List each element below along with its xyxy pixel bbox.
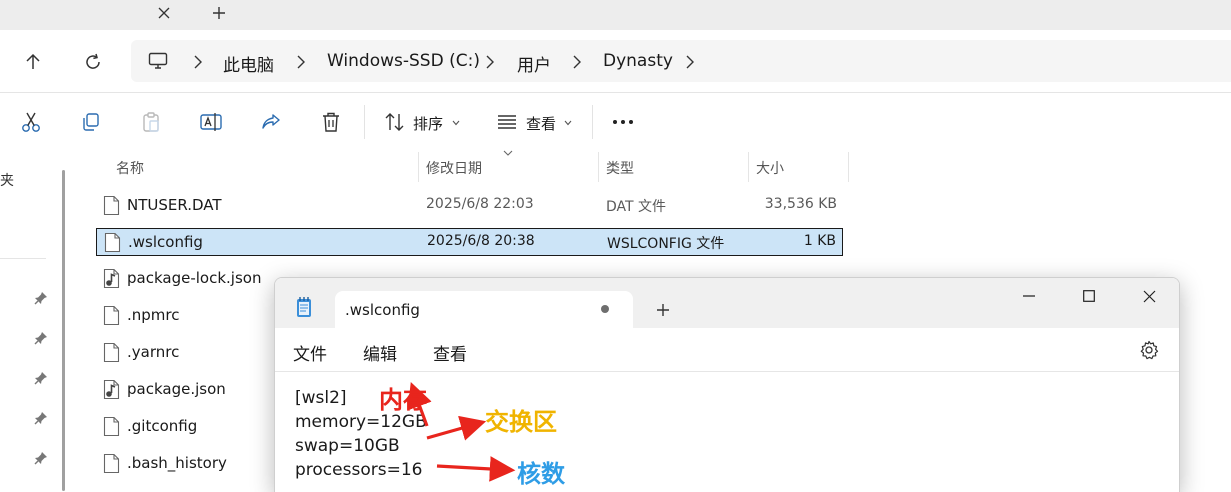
pin-icon[interactable] [34,291,48,305]
column-header-type[interactable]: 类型 [606,158,634,178]
file-name: .yarnrc [127,343,180,361]
file-size: 1 KB [803,233,836,249]
address-bar[interactable]: 此电脑 Windows-SSD (C:) 用户 Dynasty [131,40,1231,82]
column-divider[interactable] [748,152,749,182]
chevron-right-icon [573,55,581,69]
pin-icon[interactable] [34,331,48,345]
refresh-button[interactable] [77,46,109,78]
clipboard-icon [143,112,159,132]
view-icon-wrap[interactable] [492,107,522,137]
annotation-swap: 交换区 [485,408,557,436]
copy-button[interactable] [76,107,106,137]
file-name: NTUSER.DAT [127,196,222,214]
address-row: 此电脑 Windows-SSD (C:) 用户 Dynasty [0,30,1231,92]
arrow-processors [436,456,516,482]
refresh-icon [86,53,100,69]
share-button[interactable] [256,107,286,137]
column-divider[interactable] [598,152,599,182]
file-name: package.json [127,380,226,398]
view-button[interactable]: 查看 [526,113,556,134]
rename-button[interactable] [196,107,226,137]
file-icon [103,416,120,437]
column-divider[interactable] [848,152,849,182]
json-file-icon [103,379,120,400]
tab-close-button[interactable] [152,0,176,26]
nav-divider [0,258,46,259]
file-name: package-lock.json [127,269,262,287]
column-header-size[interactable]: 大小 [756,158,784,178]
chevron-right-icon [297,55,305,69]
navigation-pane: 夹 [0,150,74,491]
new-tab-button[interactable] [206,0,232,26]
more-options-button[interactable] [608,107,638,137]
explorer-tab-strip [0,0,1231,30]
file-icon [103,342,120,363]
scissors-icon [22,112,40,132]
file-name: .npmrc [127,306,180,324]
breadcrumb-this-pc[interactable]: 此电脑 [223,51,274,76]
more-icon [613,120,633,124]
sort-icon [385,113,404,131]
arrow-up-icon [26,53,40,69]
file-icon [103,195,120,216]
file-modified-date: 2025/6/8 20:38 [427,233,535,249]
chevron-down-icon [452,120,460,126]
column-header-name[interactable]: 名称 [116,158,144,178]
file-name: .gitconfig [127,417,198,435]
computer-icon [148,52,168,69]
share-icon [262,114,280,129]
file-icon [103,305,120,326]
plus-icon [213,7,225,19]
arrow-swap [426,415,487,441]
up-button[interactable] [17,46,49,78]
paste-button[interactable] [136,107,166,137]
rename-icon [200,113,222,131]
chevron-right-icon [194,55,202,69]
command-divider [592,105,593,139]
command-bar: 排序 查看 [0,92,1231,150]
file-type: DAT 文件 [606,199,667,215]
annotation-memory: 内存 [379,386,427,414]
trash-icon [323,112,339,132]
breadcrumb-drive-c[interactable]: Windows-SSD (C:) [327,51,480,71]
column-divider[interactable] [418,152,419,182]
file-row[interactable]: NTUSER.DAT 2025/6/8 22:03 DAT 文件 33,536 KB [96,192,843,220]
pin-icon[interactable] [34,371,48,385]
column-header-date[interactable]: 修改日期 [426,158,482,178]
cut-button[interactable] [16,107,46,137]
file-row[interactable]: .wslconfig 2025/6/8 20:38 WSLCONFIG 文件 1 KB [96,228,843,256]
file-size: 33,536 KB [764,196,837,212]
annotation-processors: 核数 [517,460,565,488]
chevron-right-icon [486,55,494,69]
chevron-down-icon [564,120,572,126]
close-icon [158,7,170,19]
pin-icon[interactable] [34,451,48,465]
command-divider [364,105,365,139]
view-list-icon [498,115,516,129]
pin-icon[interactable] [34,411,48,425]
sort-descending-icon [503,150,513,156]
file-type: WSLCONFIG 文件 [607,236,725,252]
notepad-window: .wslconfig 文件 编辑 查看 [wsl2] memory=12GB s… [274,277,1180,492]
file-modified-date: 2025/6/8 22:03 [426,196,534,212]
json-file-icon [103,268,120,289]
file-icon [104,232,121,253]
delete-button[interactable] [316,107,346,137]
file-icon [103,453,120,474]
chevron-right-icon [686,55,694,69]
nav-item-label[interactable]: 夹 [0,170,14,190]
breadcrumb-users[interactable]: 用户 [517,51,551,76]
sort-icon-wrap[interactable] [380,107,410,137]
copy-icon [83,113,99,131]
file-name: .bash_history [127,454,227,472]
breadcrumb-dynasty[interactable]: Dynasty [603,51,673,71]
sort-button[interactable]: 排序 [413,113,443,134]
nav-scrollbar[interactable] [62,170,65,491]
file-name: .wslconfig [128,233,203,251]
